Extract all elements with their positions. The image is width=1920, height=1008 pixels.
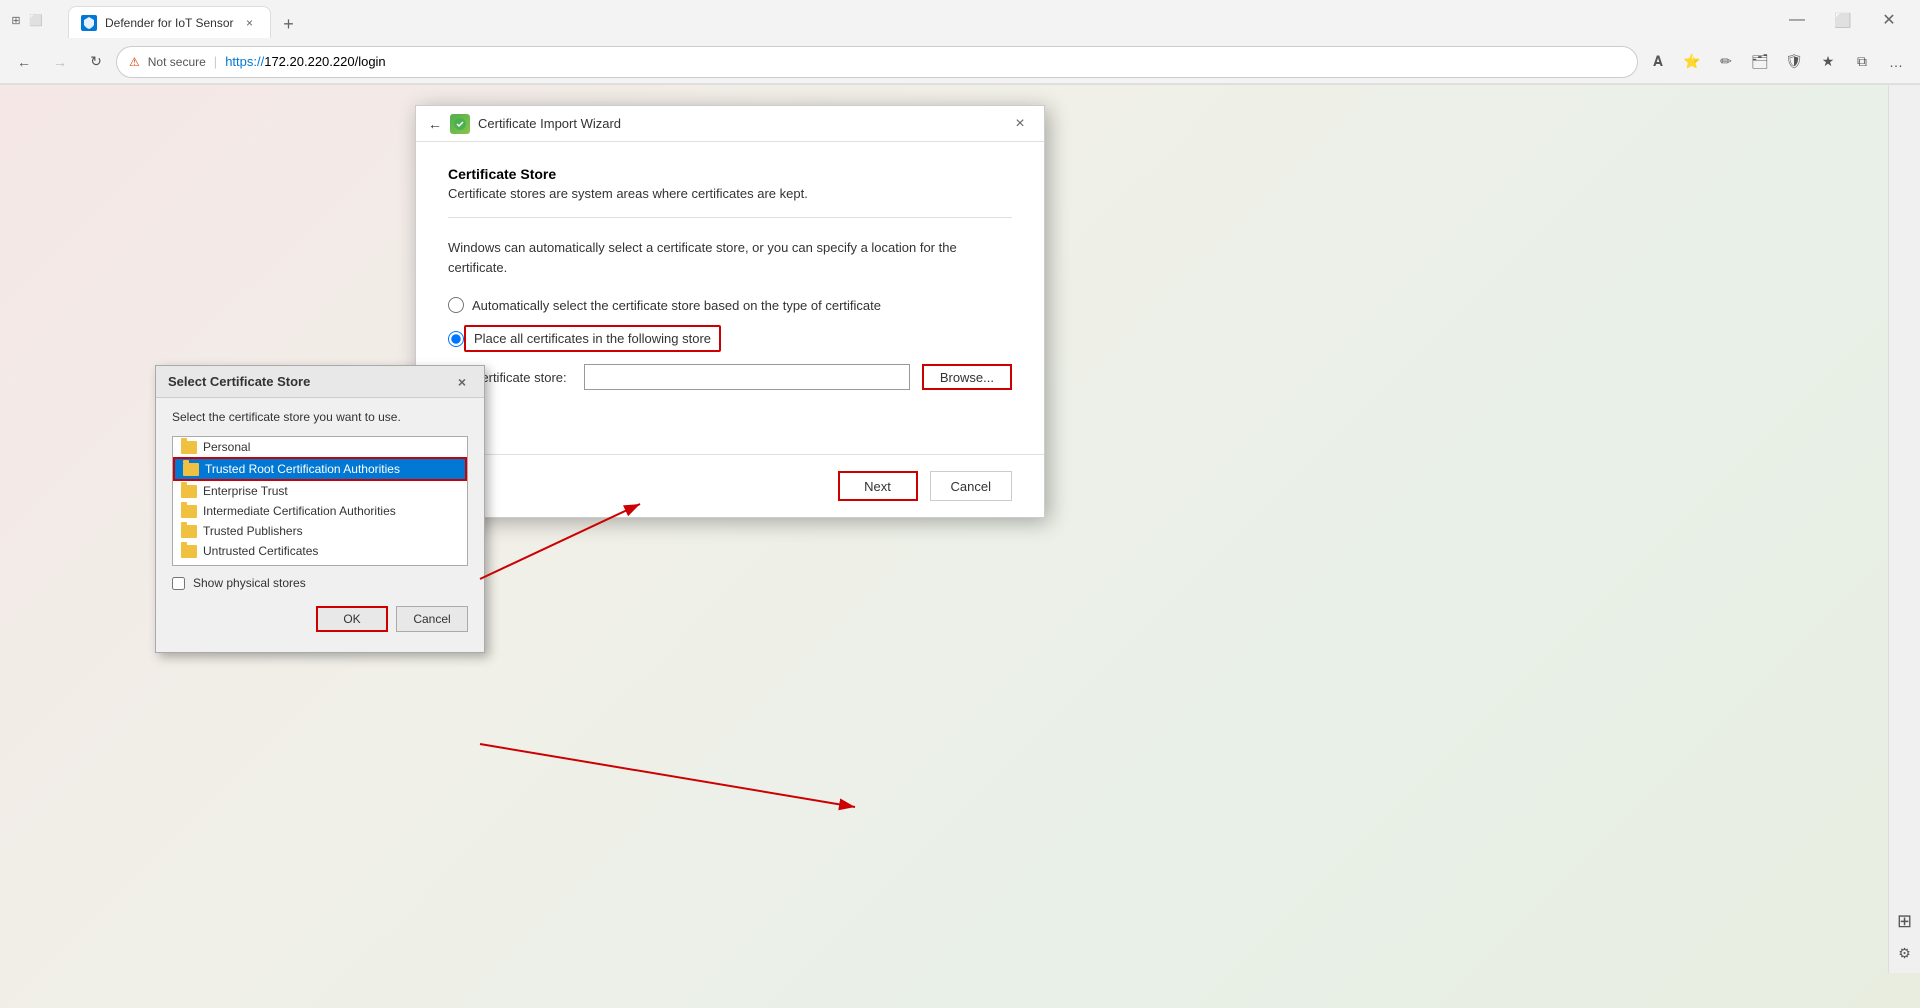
new-tab-btn[interactable]: + [275,10,303,38]
store-item-label: Untrusted Certificates [203,544,318,558]
settings-btn[interactable]: ⚙ [1893,941,1917,965]
cert-store-label: Certificate store: [472,370,572,385]
cert-store-input[interactable] [584,364,910,390]
cert-dialog-titlebar: ← Certificate Import Wizard × [416,106,1044,142]
side-panel: ⊞ ⚙ [1888,85,1920,973]
separator: | [214,54,217,69]
cert-wizard-icon [450,114,470,134]
folder-icon [181,441,197,454]
cert-dialog-body: Certificate Store Certificate stores are… [416,142,1044,414]
browser-essentials-btn[interactable]: 🛡 [1778,46,1810,78]
url-display: https://172.20.220.220/login [225,54,385,69]
radio-manual-label: Place all certificates in the following … [464,325,721,352]
page-content: ← Certificate Import Wizard × Certificat… [0,85,1920,973]
minimize-btn[interactable]: — [1774,4,1820,36]
cert-store-field: Certificate store: Browse... [472,364,1012,390]
store-item-label: Trusted Publishers [203,524,303,538]
refresh-btn[interactable]: ↻ [80,46,112,78]
store-ok-btn[interactable]: OK [316,606,388,632]
select-store-dialog: Select Certificate Store × Select the ce… [155,365,485,653]
restore-btn[interactable]: ⬜ [1820,4,1866,36]
show-physical-stores-checkbox[interactable] [172,577,185,590]
add-btn[interactable]: ⊞ [1893,909,1917,933]
store-item-label: Personal [203,440,250,454]
title-bar: ⊞ ⬜ Defender for IoT Sensor × + — ⬜ ✕ [0,0,1920,40]
select-store-desc: Select the certificate store you want to… [172,410,468,424]
folder-icon [183,463,199,476]
cert-store-heading: Certificate Store [448,166,1012,182]
sidebar-toggle-btn[interactable]: ⊞ [8,12,24,28]
store-list[interactable]: Personal Trusted Root Certification Auth… [172,436,468,566]
toolbar-icons: 𝐀 ⭐ ✏ 🗂 🛡 ★ ⧉ … [1642,46,1912,78]
folder-icon [181,485,197,498]
not-secure-label: Not secure [148,55,206,69]
list-item[interactable]: Intermediate Certification Authorities [173,501,467,521]
radio-manual-option[interactable]: Place all certificates in the following … [448,325,1012,352]
radio-manual-input[interactable] [448,331,464,347]
browse-btn[interactable]: Browse... [922,364,1012,390]
show-physical-stores-label[interactable]: Show physical stores [193,576,306,590]
edit-btn[interactable]: ✏ [1710,46,1742,78]
radio-auto-label[interactable]: Automatically select the certificate sto… [472,298,881,313]
list-item[interactable]: Personal [173,437,467,457]
select-store-body: Select the certificate store you want to… [156,398,484,652]
cert-store-desc: Windows can automatically select a certi… [448,238,1012,277]
list-item[interactable]: Trusted Publishers [173,521,467,541]
show-physical-stores-row[interactable]: Show physical stores [172,576,468,590]
radio-auto-option[interactable]: Automatically select the certificate sto… [448,297,1012,313]
more-btn[interactable]: … [1880,46,1912,78]
address-bar[interactable]: ⚠ Not secure | https://172.20.220.220/lo… [116,46,1638,78]
read-aloud-btn[interactable]: 𝐀 [1642,46,1674,78]
tab-title: Defender for IoT Sensor [105,16,234,30]
sidebar-btn[interactable]: ⧉ [1846,46,1878,78]
cert-dialog-close-btn[interactable]: × [1008,112,1032,136]
cert-dialog-title-left: ← Certificate Import Wizard [428,114,621,134]
select-store-titlebar: Select Certificate Store × [156,366,484,398]
favorites-btn[interactable]: ★ [1812,46,1844,78]
store-item-label: Trusted Root Certification Authorities [205,462,400,476]
warning-icon: ⚠ [129,55,140,69]
folder-icon [181,505,197,518]
url-https: https:// [225,54,264,69]
next-btn[interactable]: Next [838,471,918,501]
folder-icon [181,525,197,538]
collections-btn[interactable]: 🗂 [1744,46,1776,78]
url-rest: 172.20.220.220/login [264,54,385,69]
browser-chrome: ⊞ ⬜ Defender for IoT Sensor × + — ⬜ ✕ ← … [0,0,1920,85]
store-item-label: Intermediate Certification Authorities [203,504,396,518]
forward-btn: → [44,46,76,78]
cert-store-subtext: Certificate stores are system areas wher… [448,186,1012,201]
translate-btn[interactable]: ⭐ [1676,46,1708,78]
select-store-title: Select Certificate Store [168,374,310,389]
window-controls: ⊞ ⬜ [8,12,44,28]
list-item[interactable]: Enterprise Trust [173,481,467,501]
list-item-trusted-root[interactable]: Trusted Root Certification Authorities [173,457,467,481]
tab-close-btn[interactable]: × [242,15,258,31]
cert-dialog-title: Certificate Import Wizard [478,116,621,131]
defender-icon [81,15,97,31]
select-store-close-btn[interactable]: × [452,372,472,392]
divider [448,217,1012,218]
folder-icon [181,545,197,558]
back-btn[interactable]: ← [8,46,40,78]
cert-dialog-cancel-btn[interactable]: Cancel [930,471,1012,501]
dialog-back-btn[interactable]: ← [428,116,442,132]
cert-import-wizard-dialog: ← Certificate Import Wizard × Certificat… [415,105,1045,518]
open-tab-btn[interactable]: ⬜ [28,12,44,28]
list-item[interactable]: Untrusted Certificates [173,541,467,561]
select-store-footer: OK Cancel [172,602,468,640]
tabs-bar: Defender for IoT Sensor × + [60,2,311,38]
store-item-label: Enterprise Trust [203,484,288,498]
nav-bar: ← → ↻ ⚠ Not secure | https://172.20.220.… [0,40,1920,84]
cert-dialog-footer: Next Cancel [416,454,1044,517]
radio-auto-input[interactable] [448,297,464,313]
store-cancel-btn[interactable]: Cancel [396,606,468,632]
close-btn[interactable]: ✕ [1866,4,1912,36]
active-tab[interactable]: Defender for IoT Sensor × [68,6,271,38]
